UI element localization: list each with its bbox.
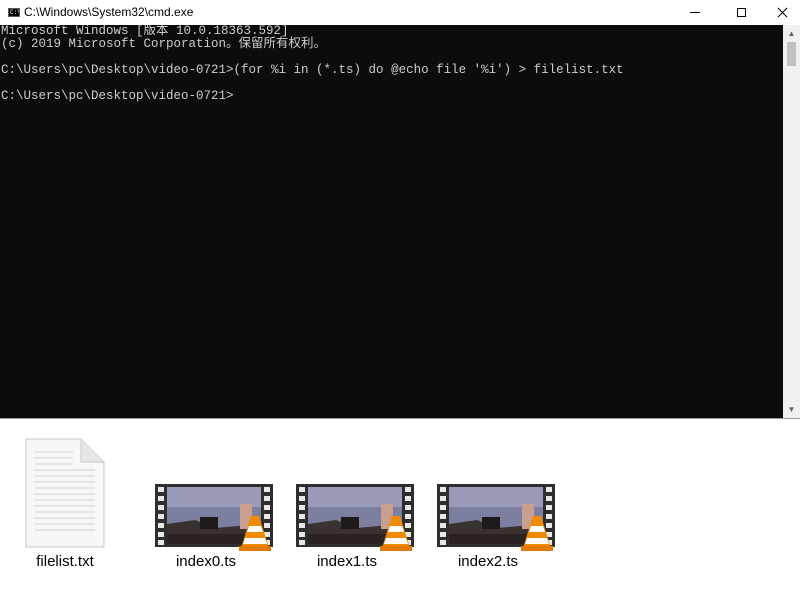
maximize-button[interactable] [718, 0, 764, 25]
cmd-app-icon[interactable]: C:\ [8, 8, 20, 17]
title-bar[interactable]: C:\ C:\Windows\System32\cmd.exe [0, 0, 800, 25]
maximize-icon [736, 8, 746, 17]
file-name-label: filelist.txt [36, 553, 94, 570]
file-area: filelist.txt index0.ts index1.ts index2.… [0, 420, 800, 601]
scroll-down-icon[interactable]: ▼ [783, 401, 800, 418]
close-button[interactable] [764, 0, 800, 25]
scroll-up-icon[interactable]: ▲ [783, 25, 800, 42]
console-output[interactable]: Microsoft Windows [版本 10.0.18363.592] (c… [0, 25, 783, 418]
vertical-scrollbar[interactable]: ▲ ▼ [783, 25, 800, 418]
file-name-label: index1.ts [316, 553, 378, 570]
video-file-icon [155, 484, 273, 552]
file-name-label: index2.ts [457, 553, 519, 570]
video-file-icon [437, 484, 555, 552]
file-item-index2[interactable]: index2.ts [423, 420, 553, 590]
video-file-icon [296, 484, 414, 552]
text-document-icon [25, 438, 105, 548]
file-item-index0[interactable]: index0.ts [141, 420, 271, 590]
cmd-window: C:\ C:\Windows\System32\cmd.exe Microsof… [0, 0, 800, 419]
close-icon [777, 7, 788, 18]
console-line: (c) 2019 Microsoft Corporation。保留所有权利。 [1, 37, 327, 51]
scroll-thumb[interactable] [787, 42, 796, 66]
window-title: C:\Windows\System32\cmd.exe [24, 5, 194, 19]
file-item-filelist[interactable]: filelist.txt [0, 420, 130, 590]
console-line: C:\Users\pc\Desktop\video-0721>(for %i i… [1, 63, 624, 77]
file-item-index1[interactable]: index1.ts [282, 420, 412, 590]
console-prompt[interactable]: C:\Users\pc\Desktop\video-0721> [1, 90, 783, 103]
minimize-icon [690, 12, 700, 13]
minimize-button[interactable] [672, 0, 718, 25]
file-name-label: index0.ts [175, 553, 237, 570]
